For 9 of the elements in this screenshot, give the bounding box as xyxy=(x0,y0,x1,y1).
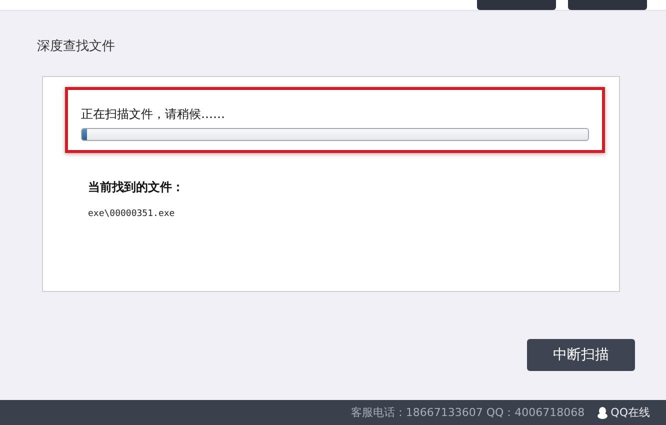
support-contact: 客服电话：18667133607 QQ：4006718068 xyxy=(350,405,585,420)
scan-status: 正在扫描文件，请稍候…… xyxy=(81,106,226,123)
qq-online-link[interactable]: QQ在线 xyxy=(610,405,650,420)
found-files-label: 当前找到的文件： xyxy=(88,179,185,196)
toolbar-button[interactable] xyxy=(477,0,556,10)
stop-scan-button[interactable]: 中断扫描 xyxy=(527,339,635,371)
found-file-path: exe\00000351.exe xyxy=(88,209,176,219)
page-title: 深度查找文件 xyxy=(37,38,116,55)
toolbar-button[interactable] xyxy=(568,0,647,10)
